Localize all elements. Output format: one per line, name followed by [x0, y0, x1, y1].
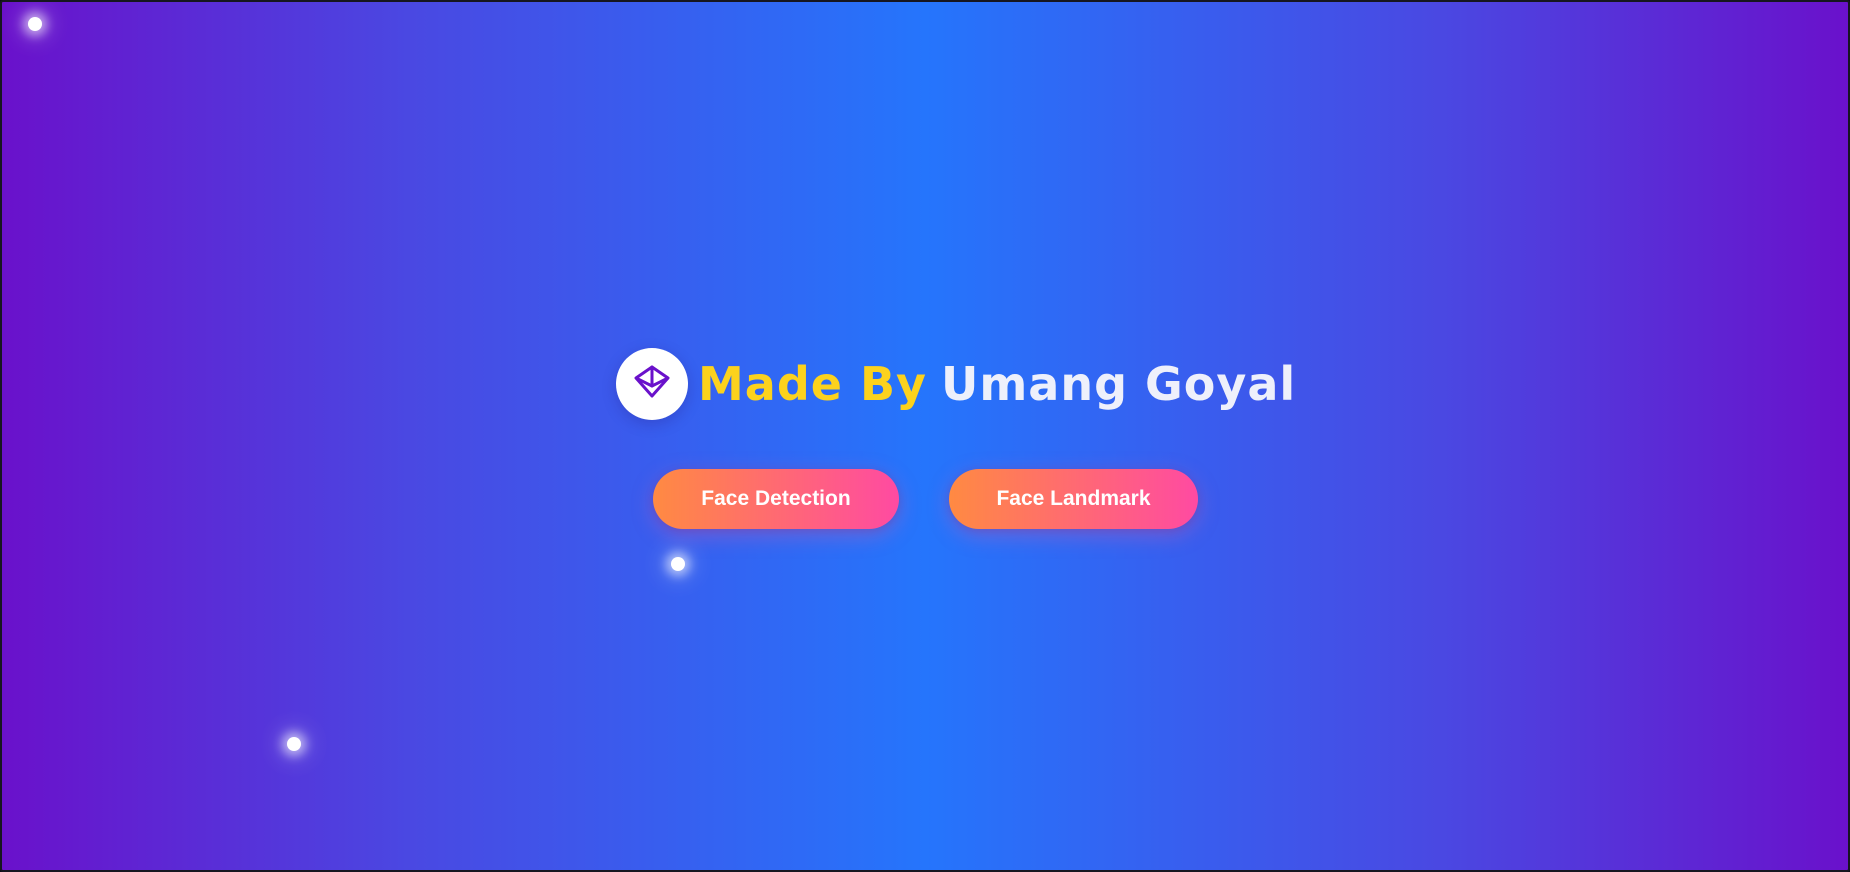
glow-particle	[287, 737, 301, 751]
face-landmark-button[interactable]: Face Landmark	[949, 469, 1198, 529]
logo-badge	[616, 348, 688, 420]
face-detection-button[interactable]: Face Detection	[653, 469, 899, 529]
diamond-icon	[633, 363, 671, 405]
title-author-name: Umang Goyal	[941, 357, 1297, 411]
brand-header: Made By Umang Goyal	[616, 348, 1296, 420]
app-background: Made By Umang Goyal Face Detection Face L…	[0, 0, 1850, 872]
title-made-by: Made By	[698, 357, 928, 411]
glow-particle	[671, 557, 685, 571]
page-title: Made By Umang Goyal	[698, 348, 1296, 420]
glow-particle	[28, 17, 42, 31]
